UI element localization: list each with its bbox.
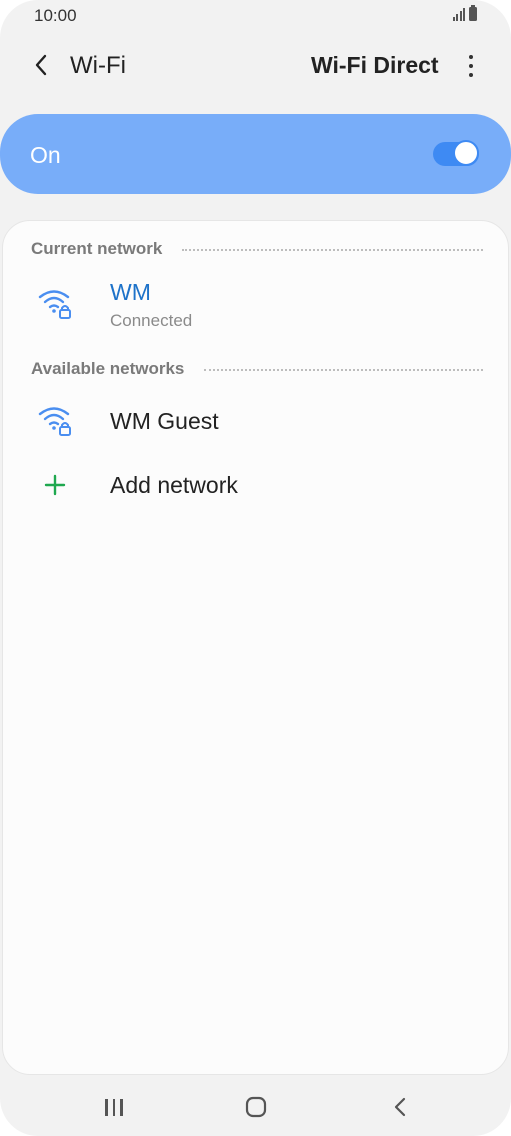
more-options-button[interactable]: [458, 48, 484, 84]
recent-apps-icon: [105, 1098, 108, 1116]
section-title: Available networks: [31, 359, 185, 378]
home-button[interactable]: [236, 1092, 276, 1122]
divider: [182, 249, 483, 251]
networks-card: Current network WM Connected Available n…: [2, 220, 509, 1075]
app-header: Wi-Fi Wi-Fi Direct: [0, 40, 511, 96]
back-arrow-icon: [394, 1097, 406, 1117]
network-item-wm[interactable]: WM Connected: [3, 275, 508, 335]
wifi-lock-icon: [38, 407, 71, 436]
more-vert-icon: [469, 55, 473, 59]
network-status: Connected: [110, 311, 193, 330]
wifi-direct-button[interactable]: Wi-Fi Direct: [311, 52, 439, 79]
battery-icon: [469, 5, 477, 21]
add-network-button[interactable]: Add network: [3, 461, 508, 511]
back-button[interactable]: [24, 48, 58, 82]
section-title: Current network: [31, 239, 163, 258]
section-current-network: Current network: [31, 239, 483, 259]
signal-icon: [452, 7, 465, 21]
navigation-bar: [0, 1082, 511, 1132]
nav-back-button[interactable]: [380, 1092, 420, 1122]
recent-apps-button[interactable]: [94, 1092, 134, 1122]
chevron-left-icon: [35, 54, 47, 76]
status-icons: [452, 5, 477, 21]
add-network-label: Add network: [110, 472, 238, 498]
phone-screen: 10:00 Wi-Fi Wi-Fi Direct On Current netw…: [0, 0, 511, 1136]
network-item-wm-guest[interactable]: WM Guest: [3, 397, 508, 447]
status-time: 10:00: [34, 6, 77, 25]
toggle-knob: [453, 140, 479, 166]
network-name: WM: [110, 279, 151, 305]
plus-icon: [44, 474, 66, 496]
page-title: Wi-Fi: [70, 52, 126, 79]
divider: [204, 369, 483, 371]
wifi-toggle[interactable]: [433, 140, 479, 166]
switch-label: On: [30, 142, 61, 168]
home-icon: [245, 1096, 267, 1118]
wifi-master-switch[interactable]: On: [0, 114, 511, 194]
network-name: WM Guest: [110, 408, 219, 434]
section-available-networks: Available networks: [31, 359, 483, 379]
wifi-lock-icon: [38, 290, 71, 319]
